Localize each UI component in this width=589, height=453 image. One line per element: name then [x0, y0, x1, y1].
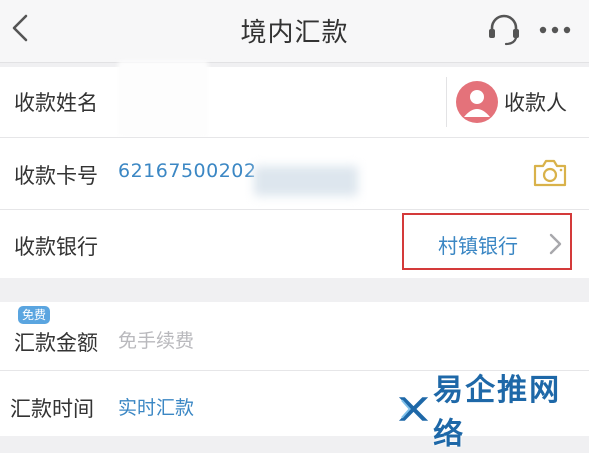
payee-name-label: 收款姓名 [14, 91, 98, 115]
vertical-divider [446, 77, 447, 127]
amount-input[interactable]: 免手续费 [118, 326, 194, 353]
watermark-logo-icon [398, 397, 429, 421]
nav-bar: 境内汇款 [0, 0, 589, 63]
payee-name-row: 收款姓名 收款人 [0, 61, 589, 137]
free-badge: 免费 [18, 306, 51, 324]
watermark-text: 易企推网络 [433, 373, 562, 452]
amount-row: 免费 汇款金额 免手续费 [0, 302, 589, 370]
bank-row[interactable]: 收款银行 村镇银行 [0, 210, 589, 278]
watermark: 易企推网络 [396, 373, 589, 452]
more-options-icon[interactable] [533, 10, 577, 50]
camera-scan-icon[interactable] [531, 154, 569, 192]
chevron-right-icon [549, 233, 562, 255]
card-number-row: 收款卡号 62167500202 [0, 138, 589, 209]
card-number-label: 收款卡号 [14, 164, 98, 188]
payee-contact-icon[interactable] [456, 81, 498, 123]
customer-service-icon[interactable] [484, 10, 524, 50]
amount-label: 汇款金额 [14, 331, 98, 355]
card-number-input[interactable]: 62167500202 [118, 160, 256, 182]
payee-name-input[interactable] [118, 77, 438, 127]
transfer-time-label: 汇款时间 [10, 397, 94, 421]
bank-selector[interactable]: 村镇银行 [438, 230, 518, 259]
bank-label: 收款银行 [14, 235, 98, 259]
payee-contact-button[interactable]: 收款人 [504, 87, 567, 117]
redacted-card-mask [254, 166, 358, 196]
transfer-time-selector[interactable]: 实时汇款 [118, 393, 194, 420]
